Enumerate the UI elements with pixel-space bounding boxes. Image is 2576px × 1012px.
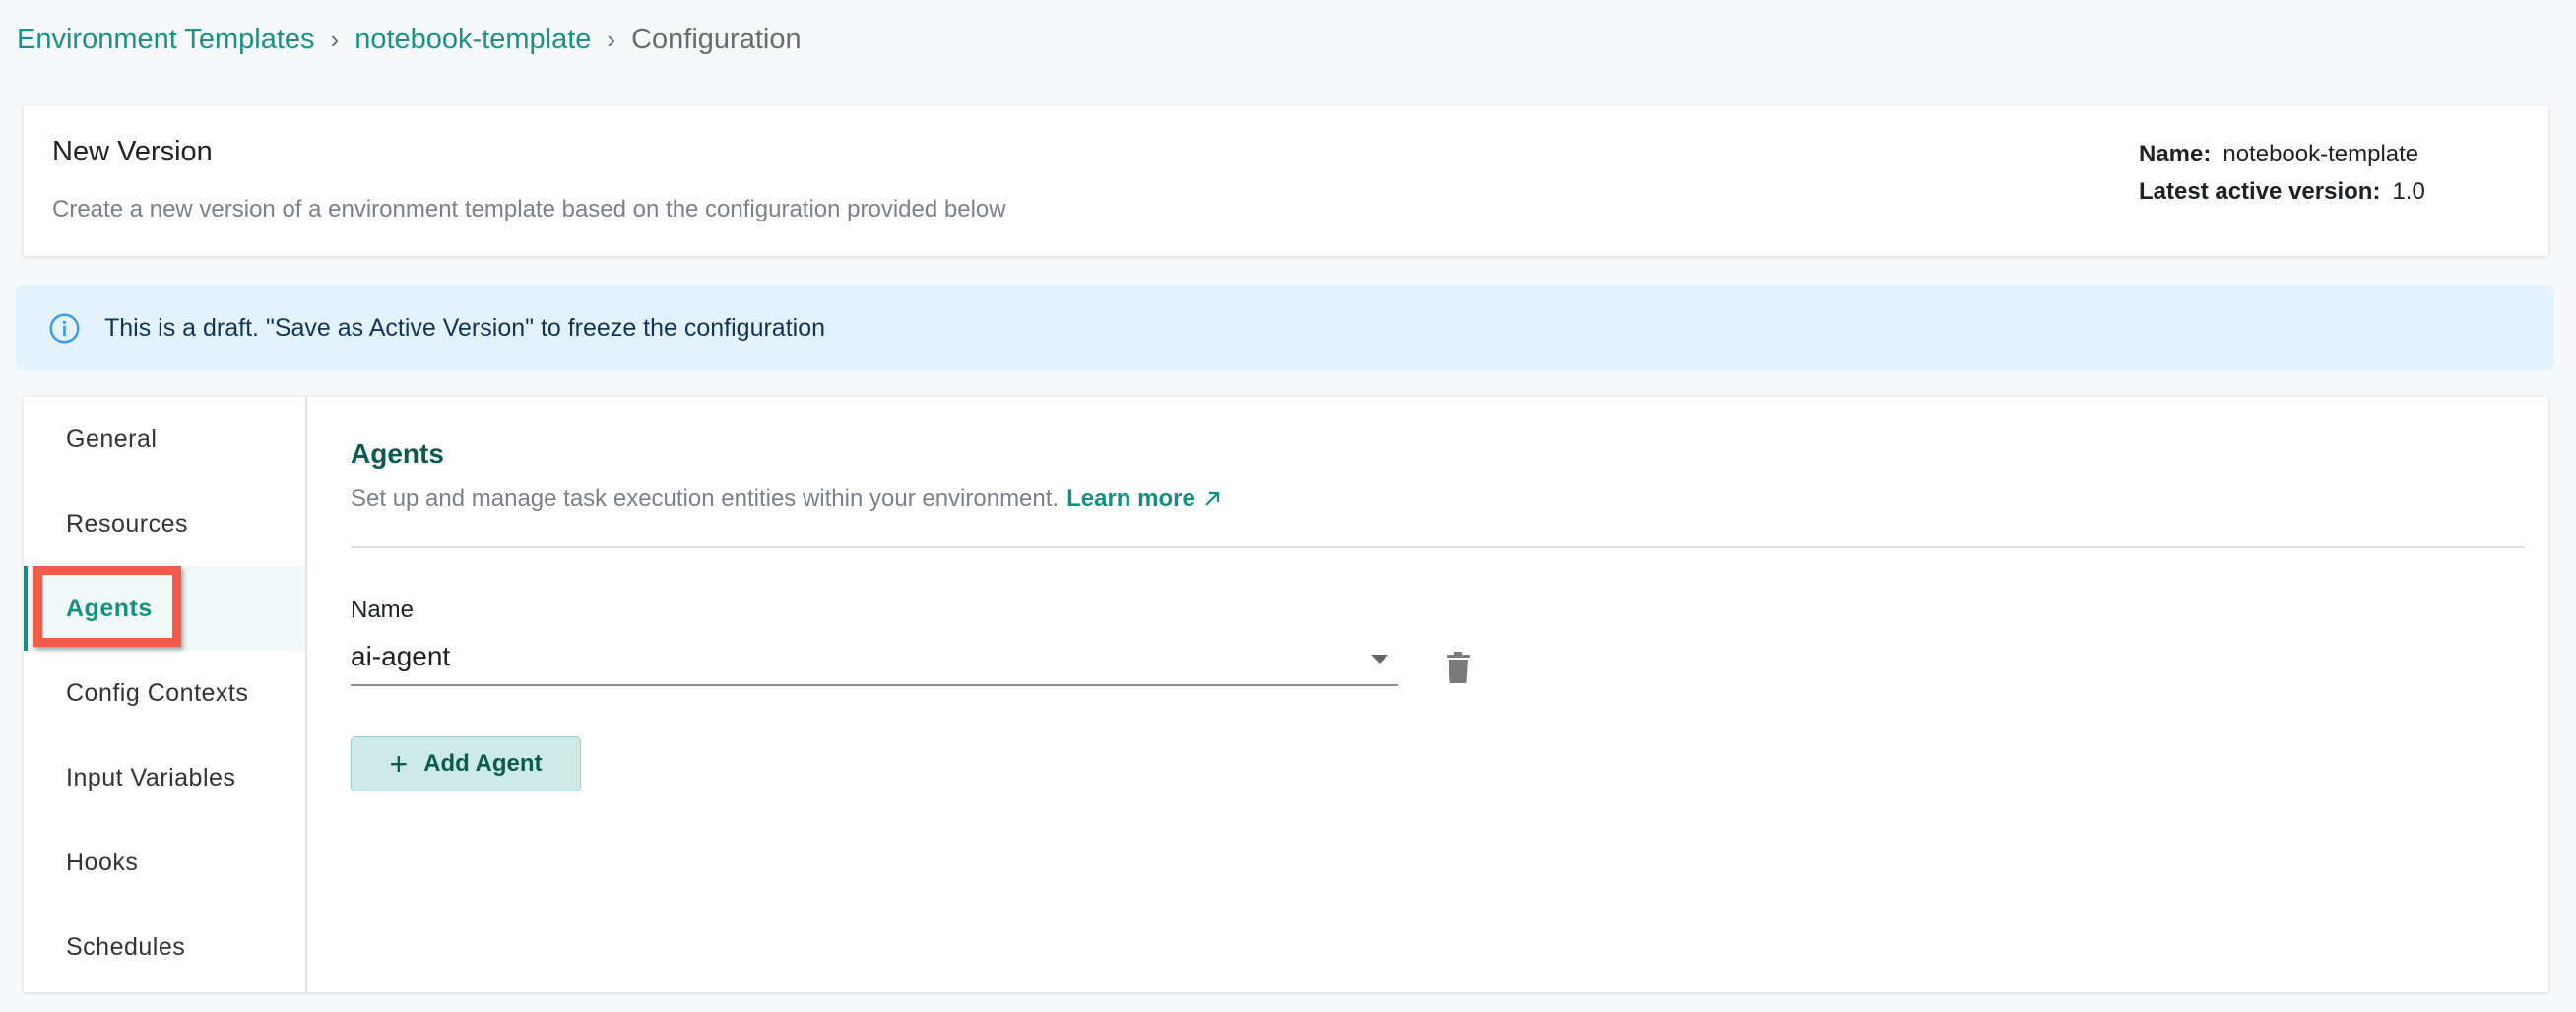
meta-version-row: Latest active version: 1.0 (2139, 173, 2425, 211)
agent-name-label: Name (351, 597, 415, 623)
breadcrumb: Environment Templates › notebook-templat… (17, 24, 802, 56)
sidebar-item-input-variables[interactable]: Input Variables (24, 735, 305, 820)
meta-name-label: Name: (2139, 141, 2212, 167)
template-meta: Name: notebook-template Latest active ver… (2139, 136, 2425, 211)
add-agent-button[interactable]: + Add Agent (351, 736, 581, 791)
meta-version-value: 1.0 (2392, 178, 2425, 205)
meta-version-label: Latest active version: (2139, 178, 2381, 205)
sidebar-item-agents[interactable]: Agents (24, 566, 305, 651)
external-link-icon (1205, 491, 1219, 506)
trash-icon[interactable] (1444, 651, 1473, 684)
sidebar-item-hooks[interactable]: Hooks (24, 820, 305, 905)
chevron-down-icon (1371, 655, 1388, 664)
learn-more-link[interactable]: Learn more (1066, 485, 1223, 513)
section-description: Set up and manage task execution entitie… (351, 485, 1223, 513)
configuration-card: General Resources Agents Config Contexts… (24, 397, 2548, 992)
sidebar-item-resources[interactable]: Resources (24, 481, 305, 566)
meta-name-row: Name: notebook-template (2139, 136, 2425, 173)
header-card: New Version Create a new version of a en… (24, 106, 2548, 256)
section-divider (351, 546, 2525, 548)
page-title: New Version (52, 136, 213, 167)
sidebar-item-config-contexts[interactable]: Config Contexts (24, 651, 305, 735)
breadcrumb-current: Configuration (631, 24, 802, 55)
plus-icon: + (389, 746, 409, 782)
banner-text: This is a draft. "Save as Active Version… (104, 313, 826, 342)
agent-name-select[interactable]: ai-agent (351, 633, 1398, 686)
sidebar-item-general[interactable]: General (24, 397, 305, 481)
breadcrumb-separator: › (607, 25, 616, 54)
breadcrumb-separator: › (330, 25, 340, 54)
section-description-text: Set up and manage task execution entitie… (351, 485, 1060, 512)
agent-name-value: ai-agent (351, 641, 451, 671)
info-icon (49, 313, 80, 343)
add-agent-label: Add Agent (423, 750, 543, 777)
page-description: Create a new version of a environment te… (52, 196, 1006, 222)
breadcrumb-environment-templates[interactable]: Environment Templates (17, 24, 315, 56)
learn-more-label: Learn more (1066, 485, 1195, 512)
section-title: Agents (351, 438, 444, 469)
breadcrumb-notebook-template[interactable]: notebook-template (354, 24, 591, 56)
sidebar-item-schedules[interactable]: Schedules (24, 905, 305, 989)
config-sidebar: General Resources Agents Config Contexts… (24, 397, 307, 992)
meta-name-value: notebook-template (2222, 141, 2419, 167)
draft-info-banner: This is a draft. "Save as Active Version… (16, 285, 2554, 370)
